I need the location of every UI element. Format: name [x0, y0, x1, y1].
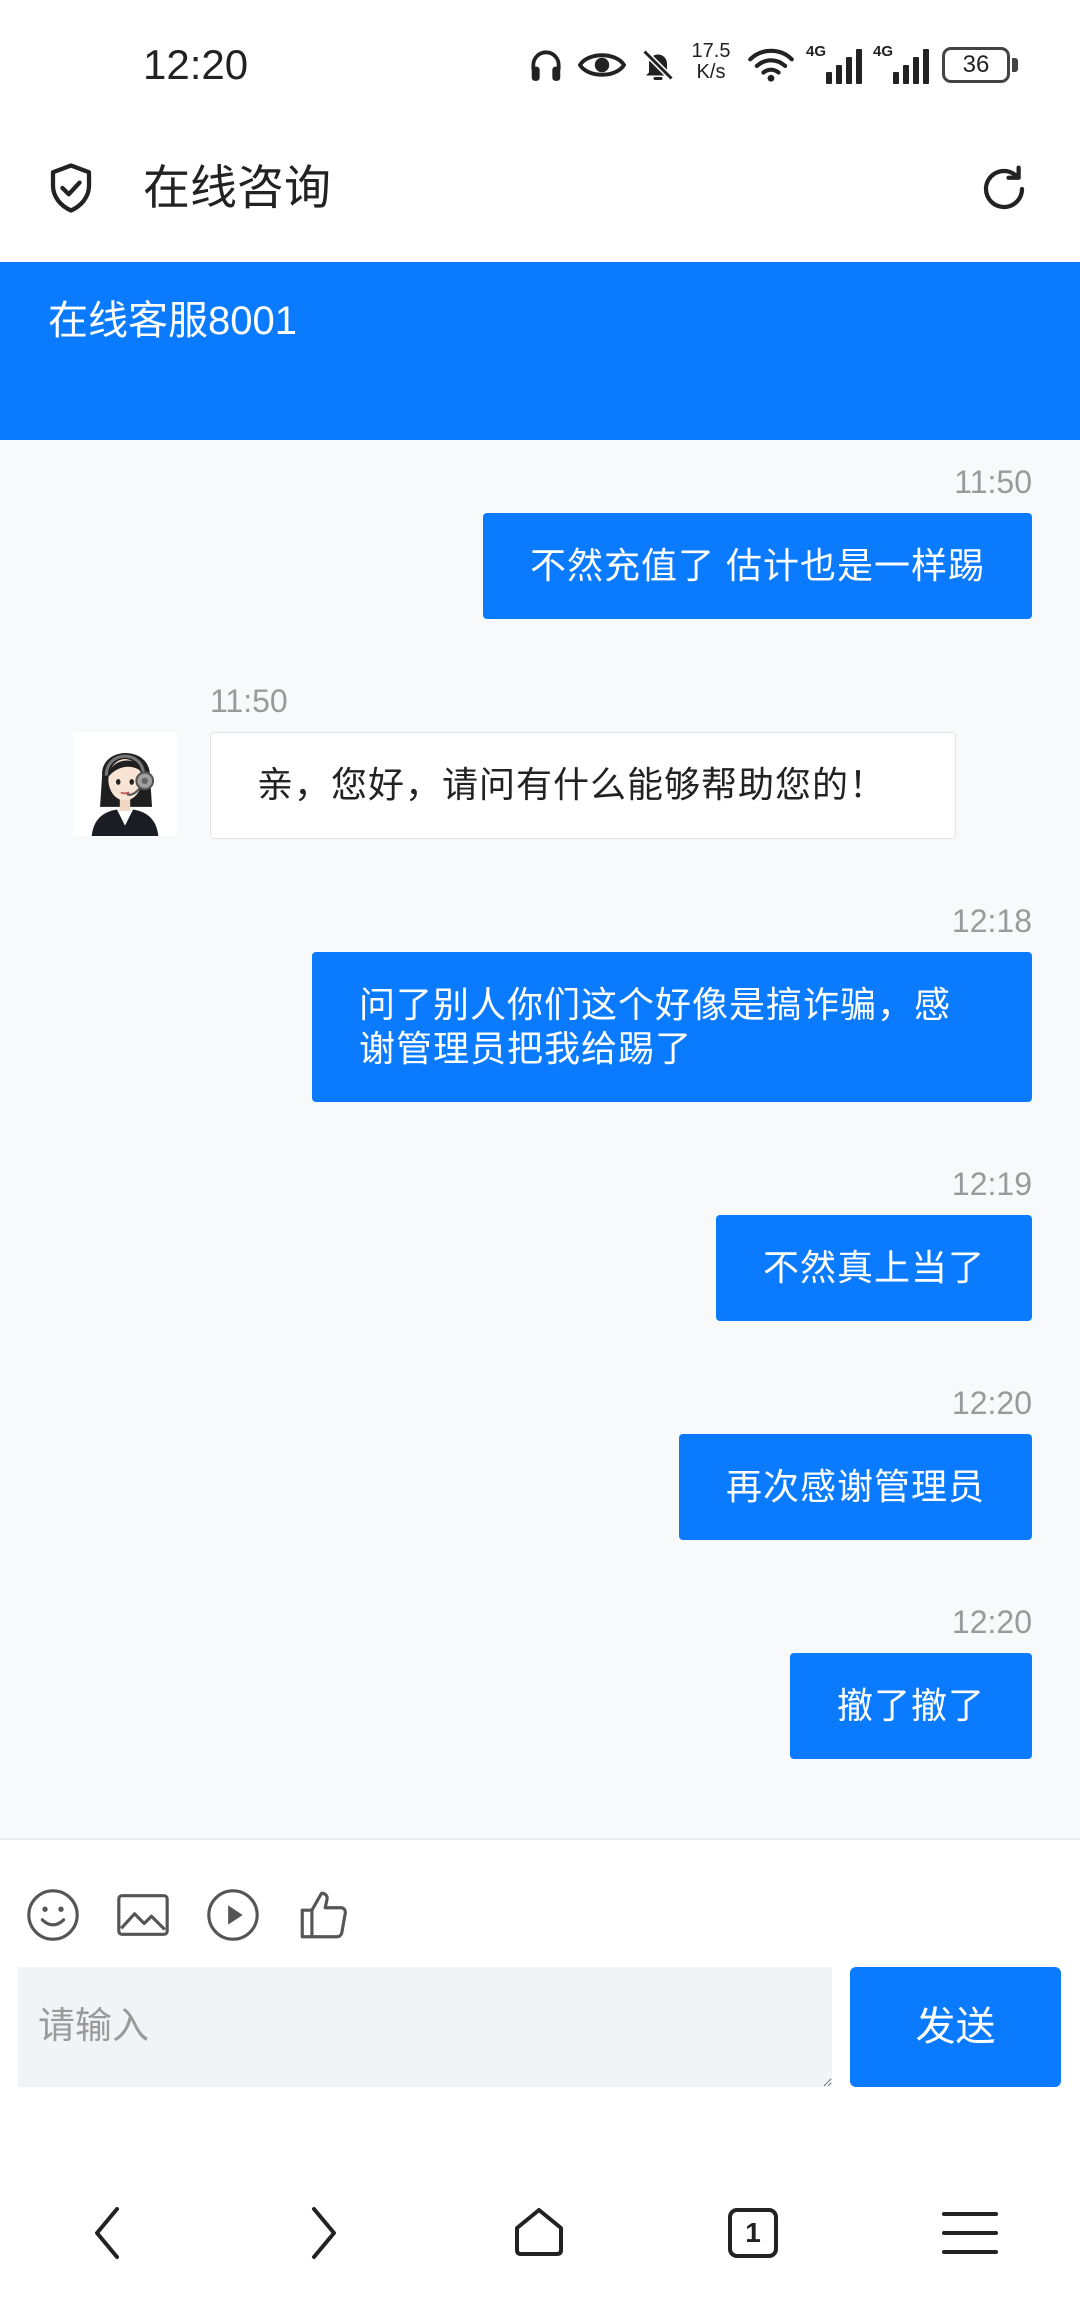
- message-row: 不然真上当了: [0, 1215, 1080, 1321]
- message-outgoing: 11:50 不然充值了 估计也是一样踢: [0, 462, 1080, 619]
- input-toolbar: [0, 1838, 1080, 1960]
- image-icon[interactable]: [114, 1886, 172, 1944]
- message-row: 不然充值了 估计也是一样踢: [0, 513, 1080, 619]
- tab-count: 1: [745, 2217, 761, 2248]
- message-outgoing: 12:20 撤了撤了: [0, 1602, 1080, 1759]
- message-bubble: 再次感谢管理员: [678, 1434, 1032, 1540]
- battery-nub: [1012, 58, 1018, 72]
- thumbs-up-icon[interactable]: [295, 1886, 353, 1944]
- back-icon[interactable]: [87, 2203, 127, 2268]
- message-time: 12:20: [951, 1604, 1032, 1640]
- bell-muted-icon: [640, 46, 676, 89]
- network-type-label: 4G: [806, 43, 827, 60]
- signal-4g-icon: 4G: [873, 44, 931, 86]
- status-bar: 12:20 17.5 K/s 4G 4G 36: [0, 0, 1080, 130]
- battery-level: 36: [962, 51, 990, 78]
- agent-banner: 在线客服8001: [0, 262, 1080, 440]
- message-outgoing: 12:19 不然真上当了: [0, 1164, 1080, 1321]
- page-title: 在线咨询: [143, 161, 331, 214]
- message-row: 撤了撤了: [0, 1653, 1080, 1759]
- video-icon[interactable]: [204, 1886, 262, 1944]
- message-row: 问了别人你们这个好像是搞诈骗，感谢管理员把我给踢了: [0, 952, 1080, 1102]
- headphones-icon: [527, 45, 565, 90]
- message-bubble: 亲，您好，请问有什么能够帮助您的！: [210, 732, 957, 839]
- message-time: 12:18: [951, 903, 1032, 939]
- network-speed: 17.5 K/s: [688, 41, 734, 83]
- forward-icon[interactable]: [304, 2203, 344, 2268]
- chat-message-list[interactable]: 11:50 不然充值了 估计也是一样踢 11:50 亲，您好，请问有什么能够帮助…: [0, 440, 1080, 1838]
- wifi-icon: [748, 48, 794, 87]
- refresh-icon[interactable]: [977, 162, 1031, 221]
- status-time: 12:20: [143, 41, 249, 88]
- menu-icon[interactable]: [942, 2210, 998, 2261]
- message-outgoing: 12:20 再次感谢管理员: [0, 1383, 1080, 1540]
- send-button[interactable]: 发送: [850, 1967, 1061, 2087]
- message-bubble: 不然充值了 估计也是一样踢: [482, 513, 1032, 619]
- battery-icon: 36: [942, 47, 1010, 83]
- emoji-icon[interactable]: [24, 1886, 82, 1944]
- message-bubble: 问了别人你们这个好像是搞诈骗，感谢管理员把我给踢了: [312, 952, 1032, 1102]
- shield-check-icon: [44, 160, 98, 221]
- message-time: 11:50: [954, 464, 1032, 500]
- network-speed-unit: K/s: [696, 61, 726, 83]
- home-icon[interactable]: [511, 2204, 567, 2265]
- message-bubble: 不然真上当了: [715, 1215, 1032, 1321]
- message-bubble: 撤了撤了: [789, 1653, 1032, 1759]
- agent-avatar: [73, 732, 177, 836]
- message-time: 12:19: [951, 1166, 1032, 1202]
- message-row: 再次感谢管理员: [0, 1434, 1080, 1540]
- agent-name: 在线客服8001: [48, 299, 297, 343]
- network-speed-value: 17.5: [691, 40, 731, 62]
- message-time: 11:50: [210, 683, 288, 719]
- message-row: 亲，您好，请问有什么能够帮助您的！: [0, 732, 1080, 839]
- signal-4g-icon: 4G: [806, 44, 864, 86]
- message-time: 12:20: [951, 1385, 1032, 1421]
- eye-icon: [577, 50, 627, 85]
- browser-bottom-nav: 1: [0, 2140, 1080, 2310]
- message-incoming: 11:50 亲，您好，请问有什么能够帮助您的！: [0, 681, 1080, 839]
- message-input[interactable]: [18, 1967, 832, 2087]
- network-type-label: 4G: [873, 43, 894, 60]
- message-outgoing: 12:18 问了别人你们这个好像是搞诈骗，感谢管理员把我给踢了: [0, 901, 1080, 1102]
- tabs-icon[interactable]: 1: [728, 2208, 778, 2258]
